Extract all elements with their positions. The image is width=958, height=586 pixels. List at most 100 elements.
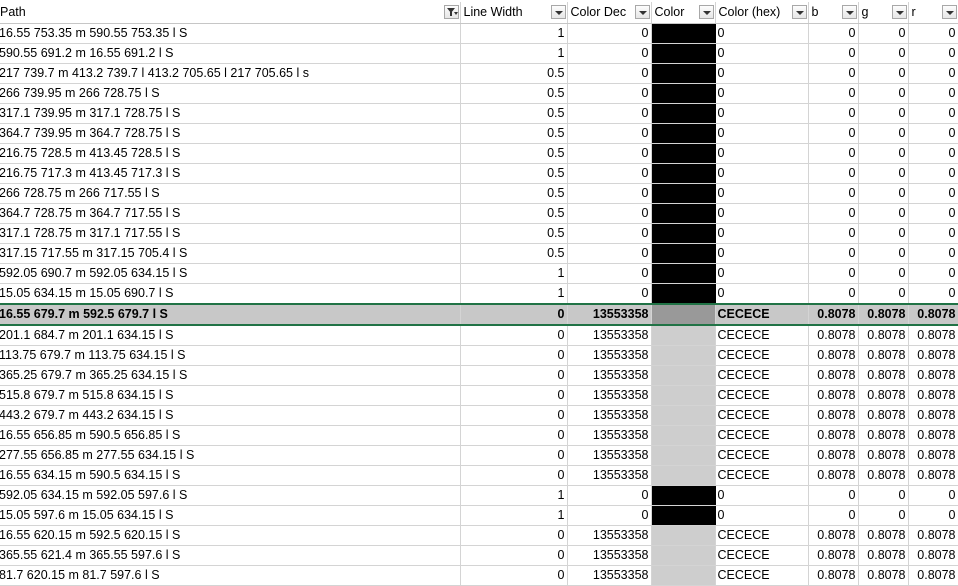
cell-g[interactable]: 0.8078	[858, 385, 909, 406]
cell-b[interactable]: 0.8078	[808, 365, 859, 386]
cell-g[interactable]: 0.8078	[858, 405, 909, 426]
cell-r[interactable]: 0.8078	[908, 465, 958, 486]
cell-b[interactable]: 0	[808, 283, 859, 305]
cell-color-hex[interactable]: 0	[715, 505, 809, 526]
table-row[interactable]: 365.55 621.4 m 365.55 597.6 l S 0 13553358…	[0, 545, 958, 566]
cell-color-dec[interactable]: 0	[567, 83, 652, 104]
cell-b[interactable]: 0.8078	[808, 465, 859, 486]
cell-r[interactable]: 0	[908, 63, 958, 84]
cell-r[interactable]: 0	[908, 263, 958, 284]
filter-dropdown-icon[interactable]	[891, 5, 907, 19]
cell-line-width[interactable]: 1	[460, 263, 568, 284]
table-row[interactable]: 364.7 728.75 m 364.7 717.55 l S 0.5 0 0 0 0 0	[0, 203, 958, 224]
cell-line-width[interactable]: 0.5	[460, 163, 568, 184]
cell-color-dec[interactable]: 0	[567, 143, 652, 164]
table-row[interactable]: 16.55 679.7 m 592.5 679.7 l S 0 13553358 CE…	[0, 303, 958, 326]
filter-dropdown-icon[interactable]	[791, 5, 807, 19]
cell-g[interactable]: 0.8078	[858, 303, 909, 326]
cell-r[interactable]: 0	[908, 283, 958, 305]
cell-path[interactable]: 266 739.95 m 266 728.75 l S	[0, 83, 461, 104]
cell-r[interactable]: 0.8078	[908, 445, 958, 466]
cell-line-width[interactable]: 0	[460, 303, 568, 326]
cell-color-dec[interactable]: 0	[567, 63, 652, 84]
cell-b[interactable]: 0.8078	[808, 525, 859, 546]
cell-color-swatch[interactable]	[651, 83, 716, 104]
cell-line-width[interactable]: 0	[460, 465, 568, 486]
cell-color-dec[interactable]: 0	[567, 243, 652, 264]
cell-color-hex[interactable]: 0	[715, 83, 809, 104]
cell-line-width[interactable]: 1	[460, 23, 568, 44]
cell-g[interactable]: 0	[858, 43, 909, 64]
cell-b[interactable]: 0	[808, 183, 859, 204]
cell-path[interactable]: 365.55 621.4 m 365.55 597.6 l S	[0, 545, 461, 566]
table-row[interactable]: 266 739.95 m 266 728.75 l S 0.5 0 0 0 0 0	[0, 83, 958, 104]
cell-color-dec[interactable]: 0	[567, 23, 652, 44]
table-row[interactable]: 317.15 717.55 m 317.15 705.4 l S 0.5 0 0 0 0 0	[0, 243, 958, 264]
cell-color-swatch[interactable]	[651, 565, 716, 586]
cell-b[interactable]: 0	[808, 23, 859, 44]
cell-g[interactable]: 0	[858, 263, 909, 284]
table-row[interactable]: 592.05 690.7 m 592.05 634.15 l S100000	[0, 263, 958, 284]
cell-color-hex[interactable]: 0	[715, 123, 809, 144]
cell-line-width[interactable]: 1	[460, 283, 568, 305]
cell-r[interactable]: 0	[908, 203, 958, 224]
cell-b[interactable]: 0	[808, 103, 859, 124]
cell-path[interactable]: 365.25 679.7 m 365.25 634.15 l S	[0, 365, 461, 386]
cell-b[interactable]: 0	[808, 123, 859, 144]
cell-color-swatch[interactable]	[651, 545, 716, 566]
cell-color-hex[interactable]: 0	[715, 183, 809, 204]
cell-color-swatch[interactable]	[651, 465, 716, 486]
cell-b[interactable]: 0	[808, 163, 859, 184]
cell-r[interactable]: 0.8078	[908, 545, 958, 566]
cell-line-width[interactable]: 1	[460, 485, 568, 506]
table-row[interactable]: 365.25 679.7 m 365.25 634.15 l S 0 1355335…	[0, 365, 958, 386]
cell-b[interactable]: 0.8078	[808, 385, 859, 406]
cell-line-width[interactable]: 0	[460, 325, 568, 346]
table-row[interactable]: 201.1 684.7 m 201.1 634.15 l S 0 13553358 C…	[0, 325, 958, 346]
cell-path[interactable]: 364.7 728.75 m 364.7 717.55 l S	[0, 203, 461, 224]
cell-b[interactable]: 0	[808, 223, 859, 244]
cell-path[interactable]: 590.55 691.2 m 16.55 691.2 l S	[0, 43, 461, 64]
cell-color-swatch[interactable]	[651, 445, 716, 466]
cell-line-width[interactable]: 0.5	[460, 243, 568, 264]
cell-color-swatch[interactable]	[651, 243, 716, 264]
cell-color-dec[interactable]: 0	[567, 203, 652, 224]
cell-color-hex[interactable]: CECECE	[715, 325, 809, 346]
cell-color-swatch[interactable]	[651, 223, 716, 244]
cell-path[interactable]: 317.1 728.75 m 317.1 717.55 l S	[0, 223, 461, 244]
cell-color-hex[interactable]: CECECE	[715, 425, 809, 446]
cell-color-swatch[interactable]	[651, 385, 716, 406]
cell-g[interactable]: 0	[858, 223, 909, 244]
cell-r[interactable]: 0.8078	[908, 365, 958, 386]
cell-color-dec[interactable]: 0	[567, 43, 652, 64]
cell-b[interactable]: 0	[808, 263, 859, 284]
cell-r[interactable]: 0.8078	[908, 565, 958, 586]
cell-color-swatch[interactable]	[651, 143, 716, 164]
cell-line-width[interactable]: 0.5	[460, 63, 568, 84]
cell-color-dec[interactable]: 13553358	[567, 425, 652, 446]
filter-dropdown-icon[interactable]	[634, 5, 650, 19]
cell-path[interactable]: 15.05 597.6 m 15.05 634.15 l S	[0, 505, 461, 526]
cell-g[interactable]: 0.8078	[858, 465, 909, 486]
cell-g[interactable]: 0.8078	[858, 365, 909, 386]
filter-active-icon[interactable]	[443, 5, 459, 19]
cell-b[interactable]: 0	[808, 63, 859, 84]
table-row[interactable]: 443.2 679.7 m 443.2 634.15 l S 0 13553358 C…	[0, 405, 958, 426]
cell-color-swatch[interactable]	[651, 405, 716, 426]
cell-path[interactable]: 16.55 656.85 m 590.5 656.85 l S	[0, 425, 461, 446]
cell-line-width[interactable]: 0	[460, 565, 568, 586]
cell-r[interactable]: 0	[908, 103, 958, 124]
cell-color-swatch[interactable]	[651, 43, 716, 64]
cell-g[interactable]: 0.8078	[858, 445, 909, 466]
cell-color-hex[interactable]: CECECE	[715, 545, 809, 566]
cell-path[interactable]: 113.75 679.7 m 113.75 634.15 l S	[0, 345, 461, 366]
cell-path[interactable]: 317.1 739.95 m 317.1 728.75 l S	[0, 103, 461, 124]
filter-dropdown-icon[interactable]	[698, 5, 714, 19]
cell-r[interactable]: 0.8078	[908, 325, 958, 346]
cell-path[interactable]: 592.05 634.15 m 592.05 597.6 l S	[0, 485, 461, 506]
cell-color-swatch[interactable]	[651, 425, 716, 446]
cell-color-swatch[interactable]	[651, 283, 716, 305]
cell-color-dec[interactable]: 13553358	[567, 325, 652, 346]
table-row[interactable]: 113.75 679.7 m 113.75 634.15 l S 0 1355335…	[0, 345, 958, 366]
cell-color-swatch[interactable]	[651, 23, 716, 44]
